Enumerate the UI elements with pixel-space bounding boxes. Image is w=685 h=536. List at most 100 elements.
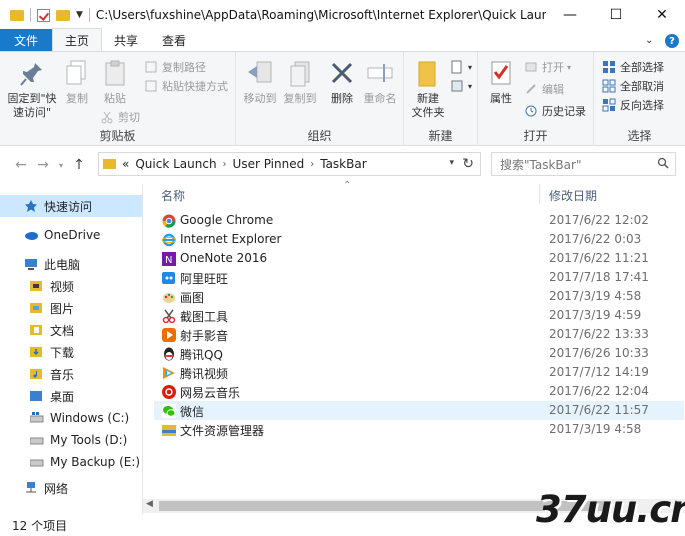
breadcrumb-overflow[interactable]: « (122, 157, 129, 171)
nav-downloads[interactable]: 下载 (0, 341, 142, 363)
tab-view[interactable]: 查看 (150, 29, 198, 51)
nav-network[interactable]: 网络 (0, 477, 142, 499)
file-name: 腾讯视频 (180, 367, 229, 381)
up-arrow-icon[interactable]: ↑ (68, 157, 90, 173)
select-none-button[interactable]: 全部取消 (602, 77, 664, 95)
close-button[interactable]: ✕ (639, 0, 685, 30)
sort-ascending-icon: ⌃ (343, 180, 352, 191)
edit-button[interactable]: 编辑 (524, 80, 564, 98)
copy-to-button[interactable]: 复制到 (280, 58, 320, 106)
breadcrumb-taskbar[interactable]: TaskBar (320, 157, 366, 171)
copy-path-button[interactable]: 复制路径 (144, 58, 206, 76)
cut-button[interactable]: 剪切 (100, 108, 140, 126)
nav-onedrive[interactable]: OneDrive (0, 224, 142, 246)
search-input[interactable]: 搜索"TaskBar" (491, 152, 676, 176)
file-name: 截图工具 (180, 310, 229, 324)
onenote-icon: N (162, 252, 176, 266)
copy-path-label: 复制路径 (162, 61, 206, 74)
search-icon[interactable] (657, 157, 669, 169)
file-row[interactable]: 射手影音 2017/6/22 13:33 (154, 325, 684, 344)
delete-button[interactable]: 删除 (326, 58, 358, 106)
copy-to-label: 复制到 (283, 92, 317, 105)
qq-penguin-icon (162, 347, 176, 361)
minimize-button[interactable]: — (547, 0, 593, 30)
clipboard-group-label: 剪贴板 (99, 129, 136, 143)
properties-button[interactable]: 属性 (484, 58, 518, 106)
new-item-button[interactable]: ▾ (450, 58, 472, 76)
snipping-tool-icon (162, 309, 176, 324)
nav-label: 桌面 (50, 389, 75, 404)
copy-button[interactable]: 复制 (60, 58, 94, 106)
file-row[interactable]: Internet Explorer 2017/6/22 0:03 (154, 230, 684, 249)
rename-button[interactable]: 重命名 (360, 58, 400, 106)
properties-check-icon[interactable] (37, 8, 50, 22)
open-button[interactable]: 打开 ▾ (524, 58, 571, 76)
recent-locations-chevron-icon[interactable]: ▾ (54, 161, 68, 170)
help-icon[interactable]: ? (665, 34, 679, 48)
select-group-label: 选择 (627, 129, 652, 143)
file-row[interactable]: 腾讯视频 2017/7/12 14:19 (154, 363, 684, 382)
move-to-button[interactable]: 移动到 (240, 58, 280, 106)
breadcrumb-chevron-icon[interactable]: › (310, 159, 314, 170)
tab-home[interactable]: 主页 (52, 28, 103, 51)
history-button[interactable]: 历史记录 (524, 102, 586, 120)
file-row[interactable]: 腾讯QQ 2017/6/26 10:33 (154, 344, 684, 363)
file-row[interactable]: 画图 2017/3/19 4:58 (154, 287, 684, 306)
nav-videos[interactable]: 视频 (0, 275, 142, 297)
column-header-name[interactable]: 名称 (161, 187, 185, 204)
maximize-button[interactable]: ☐ (593, 0, 639, 30)
column-header-date[interactable]: 修改日期 (549, 187, 597, 204)
invert-selection-button[interactable]: 反向选择 (602, 96, 664, 114)
file-row[interactable]: N OneNote 2016 2017/6/22 11:21 (154, 249, 684, 268)
refresh-icon[interactable]: ↻ (462, 156, 474, 172)
address-dropdown-chevron-icon[interactable]: ▾ (449, 158, 454, 168)
history-icon (524, 104, 538, 118)
file-row[interactable]: Google Chrome 2017/6/22 12:02 (154, 211, 684, 230)
customize-toolbar-chevron-icon[interactable]: ▼ (76, 10, 83, 20)
column-divider[interactable] (539, 184, 540, 204)
nav-drive-c[interactable]: Windows (C:) (0, 407, 142, 429)
wangwang-icon (162, 271, 176, 285)
address-bar[interactable]: « Quick Launch › User Pinned › TaskBar ▾… (98, 152, 481, 176)
new-folder-button[interactable]: 新建 文件夹 (408, 58, 448, 120)
tab-share[interactable]: 共享 (102, 29, 150, 51)
file-row[interactable]: 文件资源管理器 2017/3/19 4:58 (154, 420, 684, 439)
breadcrumb-chevron-icon[interactable]: › (223, 159, 227, 170)
breadcrumb-user-pinned[interactable]: User Pinned (233, 157, 305, 171)
nav-music[interactable]: 音乐 (0, 363, 142, 385)
folder-icon (10, 9, 24, 21)
paste-button[interactable]: 粘贴 (98, 58, 132, 106)
history-label: 历史记录 (542, 105, 586, 118)
copy-icon (62, 58, 92, 90)
properties-label: 属性 (490, 92, 512, 105)
paste-shortcut-button[interactable]: 粘贴快捷方式 (144, 77, 228, 95)
file-date: 2017/6/22 12:02 (549, 213, 649, 227)
file-row[interactable]: 网易云音乐 2017/6/22 12:04 (154, 382, 684, 401)
rename-icon (365, 58, 395, 90)
nav-drive-e[interactable]: My Backup (E:) (0, 451, 142, 473)
forward-arrow-icon[interactable]: → (32, 157, 54, 173)
collapse-ribbon-chevron-icon[interactable]: ⌄ (645, 35, 657, 47)
tab-file[interactable]: 文件 (0, 29, 52, 51)
select-all-button[interactable]: 全部选择 (602, 58, 664, 76)
nav-quick-access[interactable]: 快速访问 (0, 195, 142, 217)
scroll-left-icon[interactable]: ◀ (146, 499, 153, 509)
file-row[interactable]: 截图工具 2017/3/19 4:59 (154, 306, 684, 325)
nav-desktop[interactable]: 桌面 (0, 385, 142, 407)
delete-x-icon (327, 58, 357, 90)
file-row[interactable]: 阿里旺旺 2017/7/18 17:41 (154, 268, 684, 287)
nav-this-pc[interactable]: 此电脑 (0, 253, 142, 275)
edit-icon (524, 82, 538, 96)
divider (88, 8, 90, 22)
title-bar: ▼ C:\Users\fuxshine\AppData\Roaming\Micr… (0, 0, 685, 30)
file-row[interactable]: 微信 2017/6/22 11:57 (154, 401, 684, 420)
easy-access-button[interactable]: ▾ (450, 77, 472, 95)
pin-to-quick-access-button[interactable]: 固定到"快 速访问" (6, 58, 58, 120)
new-folder-icon[interactable] (56, 9, 70, 21)
nav-pictures[interactable]: 图片 (0, 297, 142, 319)
back-arrow-icon[interactable]: ← (10, 157, 32, 173)
nav-drive-d[interactable]: My Tools (D:) (0, 429, 142, 451)
nav-documents[interactable]: 文档 (0, 319, 142, 341)
breadcrumb-quick-launch[interactable]: Quick Launch (135, 157, 216, 171)
paste-shortcut-icon (144, 79, 158, 93)
